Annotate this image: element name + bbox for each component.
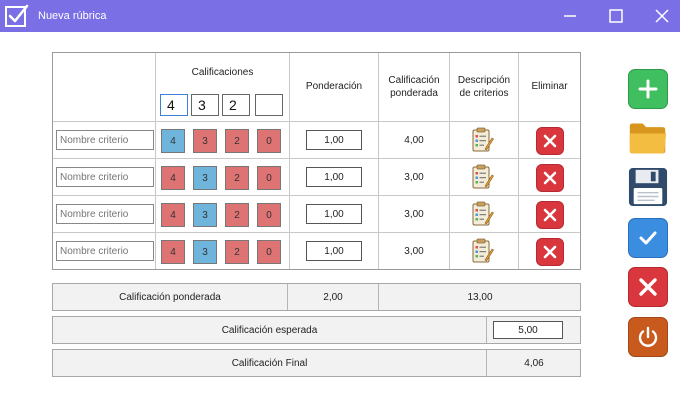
criteria-description-icon[interactable]	[472, 238, 494, 264]
folder-icon	[629, 123, 667, 154]
summary-final-label: Calificación Final	[231, 357, 308, 369]
criterion-row: 4 3 2 0 1,00 3,00	[53, 159, 580, 196]
grade-header-input-3[interactable]: 2	[222, 94, 250, 116]
summary-weighted-pond-total: 2,00	[323, 291, 343, 303]
grade-option-button[interactable]: 4	[161, 240, 185, 264]
criteria-description-icon[interactable]	[472, 127, 494, 153]
criteria-description-icon[interactable]	[472, 201, 494, 227]
save-icon	[628, 167, 668, 207]
plus-icon	[638, 79, 658, 99]
criterion-row: 4 3 2 0 1,00 3,00	[53, 196, 580, 233]
check-icon	[639, 231, 657, 245]
rubric-table: Calificaciones 4 3 2 Ponderación Calific…	[52, 52, 581, 270]
grade-option-button[interactable]: 2	[225, 129, 249, 153]
summary-expected-label: Calificación esperada	[221, 324, 318, 336]
grade-option-button[interactable]: 3	[193, 203, 217, 227]
expected-grade-input[interactable]: 5,00	[493, 321, 563, 339]
calificacion-ponderada-value: 4,00	[404, 135, 424, 146]
grade-option-button[interactable]: 2	[225, 203, 249, 227]
header-descripcion-criterios: Descripción de criterios	[457, 74, 511, 100]
calificacion-ponderada-value: 3,00	[404, 209, 424, 220]
grade-option-button[interactable]: 2	[225, 240, 249, 264]
grade-header-input-1[interactable]: 4	[160, 94, 188, 116]
criterion-name-input[interactable]	[56, 167, 154, 187]
delete-criterion-button[interactable]	[536, 201, 564, 229]
title-bar: Nueva rúbrica	[0, 0, 680, 32]
criterion-name-input[interactable]	[56, 204, 154, 224]
summary-weighted-label: Calificación ponderada	[119, 291, 221, 303]
ponderacion-input[interactable]: 1,00	[306, 130, 362, 150]
ponderacion-input[interactable]: 1,00	[306, 167, 362, 187]
criterion-row: 4 3 2 0 1,00 4,00	[53, 122, 580, 159]
grade-option-button[interactable]: 3	[193, 166, 217, 190]
summary-final-value: 4,06	[524, 357, 544, 369]
ponderacion-input[interactable]: 1,00	[306, 204, 362, 224]
criteria-description-icon[interactable]	[472, 164, 494, 190]
confirm-button[interactable]	[628, 218, 668, 258]
grade-option-button[interactable]: 0	[257, 203, 281, 227]
cancel-button[interactable]	[628, 267, 668, 307]
summary-final-row: Calificación Final 4,06	[52, 349, 581, 377]
summary-weighted-row: Calificación ponderada 2,00 13,00	[52, 283, 581, 311]
minimize-button[interactable]	[550, 0, 590, 32]
header-calificacion-ponderada: Calificación ponderada	[388, 74, 440, 100]
maximize-button[interactable]	[596, 0, 636, 32]
header-eliminar: Eliminar	[531, 81, 568, 93]
window-title: Nueva rúbrica	[38, 10, 107, 22]
save-button[interactable]	[628, 167, 668, 207]
grade-option-button[interactable]: 3	[193, 129, 217, 153]
grade-option-button[interactable]: 4	[161, 166, 185, 190]
grade-option-button[interactable]: 4	[161, 129, 185, 153]
calificacion-ponderada-value: 3,00	[404, 172, 424, 183]
window-close-button[interactable]	[642, 0, 680, 32]
summary-weighted-total: 13,00	[467, 291, 493, 303]
grade-option-button[interactable]: 0	[257, 166, 281, 190]
header-ponderacion: Ponderación	[305, 81, 363, 93]
criterion-row: 4 3 2 0 1,00 3,00	[53, 233, 580, 270]
close-icon	[639, 278, 657, 296]
summary-expected-row: Calificación esperada 5,00	[52, 316, 581, 344]
grade-option-button[interactable]: 0	[257, 240, 281, 264]
delete-criterion-button[interactable]	[536, 127, 564, 155]
exit-button[interactable]	[628, 317, 668, 357]
add-criterion-button[interactable]	[628, 69, 668, 109]
grade-option-button[interactable]: 3	[193, 240, 217, 264]
checkbox-app-icon	[2, 1, 32, 31]
delete-criterion-button[interactable]	[536, 238, 564, 266]
grade-option-button[interactable]: 4	[161, 203, 185, 227]
delete-criterion-button[interactable]	[536, 164, 564, 192]
grade-header-input-4[interactable]	[255, 94, 283, 116]
criterion-name-input[interactable]	[56, 241, 154, 261]
header-calificaciones: Calificaciones	[191, 67, 254, 78]
calificacion-ponderada-value: 3,00	[404, 246, 424, 257]
power-icon	[638, 326, 658, 347]
ponderacion-input[interactable]: 1,00	[306, 241, 362, 261]
grade-option-button[interactable]: 0	[257, 129, 281, 153]
criterion-name-input[interactable]	[56, 130, 154, 150]
grade-header-input-2[interactable]: 3	[191, 94, 219, 116]
grade-option-button[interactable]: 2	[225, 166, 249, 190]
open-file-button[interactable]	[628, 118, 668, 158]
